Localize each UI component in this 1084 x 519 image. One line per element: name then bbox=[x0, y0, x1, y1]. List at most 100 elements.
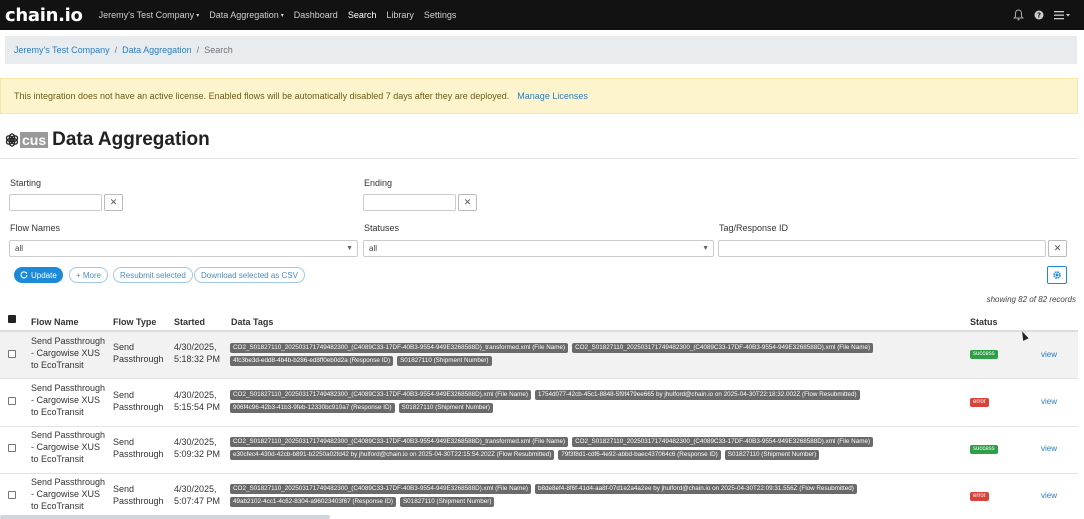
data-tag[interactable]: b8de8ef4-8f6f-41d4-aa8f-07d1e2a4a2ee by … bbox=[535, 484, 857, 494]
flow-type-cell: Send Passthrough bbox=[113, 342, 164, 364]
customer-code-badge: cus bbox=[20, 132, 49, 148]
page-title-text: Data Aggregation bbox=[52, 129, 210, 150]
data-tag[interactable]: 906f4c96-42b3-41b3-9feb-12330bc910a7 (Re… bbox=[230, 403, 395, 413]
divider bbox=[0, 158, 1078, 159]
breadcrumb-separator: / bbox=[196, 45, 200, 55]
data-tag[interactable]: CO2_S01827110_202503171749482300_(C4089C… bbox=[572, 437, 874, 447]
statuses-label: Statuses bbox=[364, 223, 400, 233]
clear-ending-button[interactable]: ✕ bbox=[458, 194, 477, 211]
col-started[interactable]: Started bbox=[174, 317, 205, 327]
nav-search[interactable]: Search bbox=[348, 10, 377, 20]
chainio-logo[interactable]: chain.io bbox=[5, 5, 83, 26]
statuses-select[interactable]: all ▼ bbox=[363, 240, 714, 257]
horizontal-scrollbar[interactable] bbox=[0, 515, 330, 519]
view-link[interactable]: view bbox=[1041, 350, 1057, 359]
nav-company[interactable]: Jeremy's Test Company ▾ bbox=[99, 10, 200, 20]
manage-licenses-link[interactable]: Manage Licenses bbox=[517, 91, 588, 101]
resubmit-selected-button[interactable]: Resubmit selected bbox=[113, 267, 193, 283]
breadcrumb-data-aggregation[interactable]: Data Aggregation bbox=[122, 45, 192, 55]
col-status[interactable]: Status bbox=[970, 317, 998, 327]
nav-right-tools: ? bbox=[1013, 0, 1070, 30]
help-icon[interactable]: ? bbox=[1034, 10, 1044, 20]
data-tag[interactable]: 79f3f8d1-cdf6-4e92-abbd-baec437064c6 (Re… bbox=[558, 450, 721, 460]
view-link[interactable]: view bbox=[1041, 491, 1057, 500]
clear-starting-button[interactable]: ✕ bbox=[104, 194, 123, 211]
table-row: Send Passthrough - Cargowise XUS to EcoTra… bbox=[0, 427, 1078, 474]
flow-names-select[interactable]: all ▼ bbox=[9, 240, 358, 257]
starting-input[interactable] bbox=[9, 194, 102, 211]
ending-input[interactable] bbox=[363, 194, 456, 211]
data-tag[interactable]: CO2_S01827110_202503171749482300_(C4089C… bbox=[230, 484, 531, 494]
data-tag[interactable]: CO2_S01827110_202503171749482300_(C4089C… bbox=[230, 390, 531, 400]
chevron-down-icon: ▾ bbox=[280, 12, 284, 19]
data-tag[interactable]: 4fc3be3d-edd8-4b4b-b286-ed8ff0eb0d2a (Re… bbox=[230, 356, 394, 366]
license-alert: This integration does not have an active… bbox=[0, 78, 1078, 114]
data-tag[interactable]: 1754d077-42cb-45c1-8848-5f9f479ee665 by … bbox=[535, 390, 860, 400]
breadcrumb-company[interactable]: Jeremy's Test Company bbox=[14, 45, 110, 55]
download-csv-button[interactable]: Download selected as CSV bbox=[194, 267, 305, 283]
chevron-down-icon: ▾ bbox=[196, 12, 200, 19]
flow-name-cell: Send Passthrough - Cargowise XUS to EcoTra… bbox=[31, 336, 106, 370]
row-checkbox[interactable] bbox=[8, 444, 16, 452]
refresh-icon bbox=[20, 271, 28, 279]
started-cell: 4/30/2025, 5:09:32 PM bbox=[174, 437, 221, 459]
update-button[interactable]: Update bbox=[14, 267, 63, 283]
data-tag[interactable]: e30cfec4-430d-42cb-b891-b2250a02fd42 by … bbox=[230, 450, 555, 460]
starting-label: Starting bbox=[10, 178, 42, 188]
data-tag[interactable]: S01827110 (Shipment Number) bbox=[724, 450, 820, 460]
row-checkbox[interactable] bbox=[8, 350, 16, 358]
row-checkbox[interactable] bbox=[8, 397, 16, 405]
data-tag[interactable]: S01827110 (Shipment Number) bbox=[397, 356, 492, 366]
gear-icon bbox=[1053, 271, 1061, 279]
breadcrumb: Jeremy's Test Company / Data Aggregation… bbox=[5, 36, 1077, 64]
col-data-tags[interactable]: Data Tags bbox=[231, 317, 273, 327]
nav-library[interactable]: Library bbox=[386, 10, 414, 20]
page-title: cus Data Aggregation bbox=[5, 129, 210, 151]
bell-icon[interactable] bbox=[1013, 9, 1024, 21]
settings-button[interactable] bbox=[1047, 266, 1067, 284]
ending-label: Ending bbox=[364, 178, 393, 188]
nav-settings[interactable]: Settings bbox=[424, 10, 457, 20]
flow-name-cell: Send Passthrough - Cargowise XUS to EcoTra… bbox=[31, 430, 106, 464]
row-checkbox[interactable] bbox=[8, 491, 16, 499]
tag-response-id-label: Tag/Response ID bbox=[719, 223, 789, 233]
data-tag[interactable]: S01827110 (Shipment Number) bbox=[399, 497, 495, 507]
menu-icon[interactable] bbox=[1054, 10, 1070, 20]
close-icon: ✕ bbox=[463, 197, 472, 207]
view-link[interactable]: view bbox=[1041, 397, 1057, 406]
started-cell: 4/30/2025, 5:18:32 PM bbox=[174, 342, 221, 364]
flow-name-cell: Send Passthrough - Cargowise XUS to EcoTra… bbox=[31, 383, 106, 417]
nav-data-aggregation[interactable]: Data Aggregation ▾ bbox=[209, 10, 284, 20]
data-tag[interactable]: CO2_S01827110_202503171749482300_(C4089C… bbox=[572, 343, 874, 353]
breadcrumb-separator: / bbox=[114, 45, 118, 55]
table-row: Send Passthrough - Cargowise XUS to EcoTra… bbox=[0, 474, 1078, 519]
status-badge: error bbox=[970, 398, 989, 407]
started-cell: 4/30/2025, 5:07:47 PM bbox=[174, 484, 221, 506]
top-nav: chain.io Jeremy's Test Company ▾ Data Agg… bbox=[0, 0, 1084, 30]
clear-tag-button[interactable]: ✕ bbox=[1048, 240, 1067, 257]
view-link[interactable]: view bbox=[1041, 444, 1057, 453]
select-all-checkbox[interactable] bbox=[8, 315, 16, 323]
status-badge: error bbox=[970, 492, 989, 501]
alert-text: This integration does not have an active… bbox=[14, 91, 510, 101]
nav-dashboard[interactable]: Dashboard bbox=[294, 10, 338, 20]
flow-type-cell: Send Passthrough bbox=[113, 484, 164, 506]
data-tag[interactable]: CO2_S01827110_202503171749482300_(C4089C… bbox=[230, 437, 569, 447]
data-tag[interactable]: S01827110 (Shipment Number) bbox=[398, 403, 494, 413]
close-icon: ✕ bbox=[109, 197, 118, 207]
data-tags-cell: CO2_S01827110_20250317174948230​0_(C4089… bbox=[230, 343, 950, 366]
openai-swirl-icon bbox=[5, 133, 19, 147]
data-tag[interactable]: CO2_S01827110_20250317174948230​0_(C4089… bbox=[230, 343, 569, 353]
data-tag[interactable]: 49ab2102-4cc1-4c62-8304-a96023403f67 (Re… bbox=[230, 497, 396, 507]
table-row: Send Passthrough - Cargowise XUS to EcoTra… bbox=[0, 380, 1078, 427]
col-flow-name[interactable]: Flow Name bbox=[31, 317, 79, 327]
flow-type-cell: Send Passthrough bbox=[113, 390, 164, 412]
more-button[interactable]: + More bbox=[69, 267, 109, 283]
tag-response-id-input[interactable] bbox=[718, 240, 1046, 257]
flow-type-cell: Send Passthrough bbox=[113, 437, 164, 459]
col-flow-type[interactable]: Flow Type bbox=[113, 317, 156, 327]
table-row: Send Passthrough - Cargowise XUS to EcoTra… bbox=[0, 332, 1078, 379]
svg-text:?: ? bbox=[1037, 12, 1041, 20]
records-count: showing 82 of 82 records bbox=[986, 295, 1076, 304]
started-cell: 4/30/2025, 5:15:54 PM bbox=[174, 390, 221, 412]
